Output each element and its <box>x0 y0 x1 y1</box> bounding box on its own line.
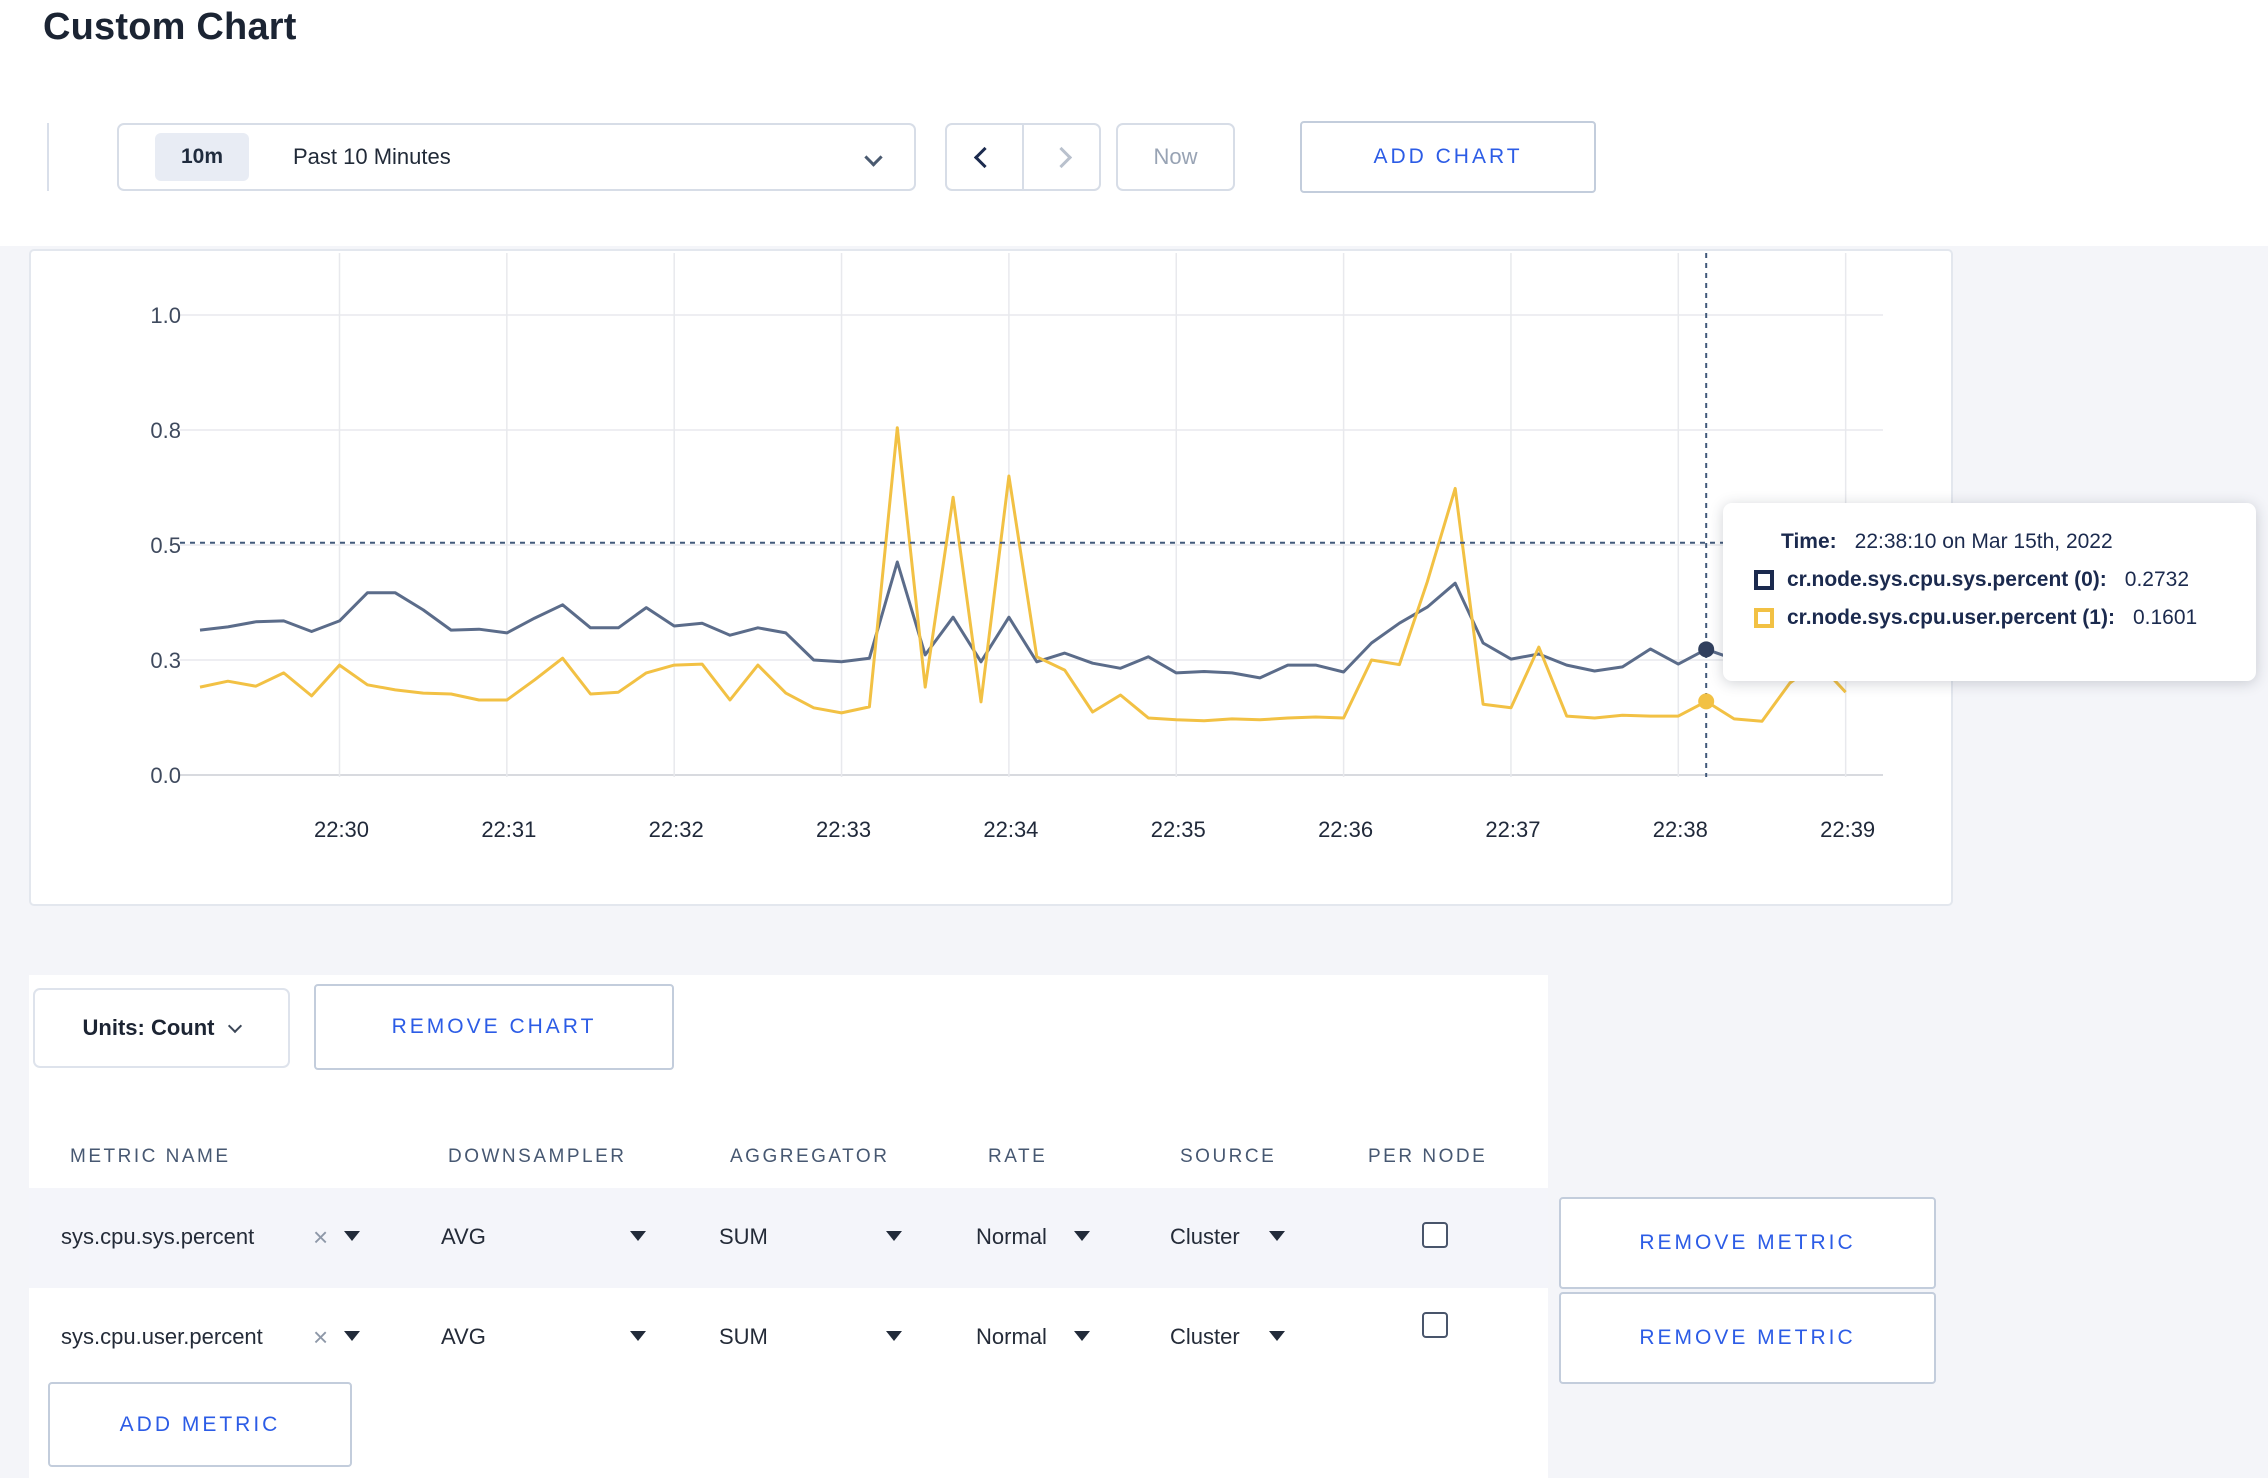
col-header-rate: RATE <box>988 1146 1048 1167</box>
tooltip-series-value: 0.2732 <box>2124 568 2190 591</box>
chevron-left-icon <box>973 146 996 168</box>
remove-metric-button[interactable]: REMOVE METRIC <box>1559 1292 1936 1384</box>
units-dropdown[interactable]: Units: Count <box>33 988 290 1068</box>
y-axis-label: 0.3 <box>150 648 181 673</box>
clear-metric-icon[interactable]: × <box>313 1224 328 1250</box>
per-node-checkbox[interactable] <box>1422 1222 1448 1248</box>
chart-card: 1.0 0.8 0.5 0.3 0.0 22:30 22:31 22:32 22:33 22:34… <box>29 249 1953 906</box>
x-axis-label: 22:36 <box>1318 817 1374 842</box>
col-header-metric-name: METRIC NAME <box>70 1146 231 1167</box>
downsampler-caret-icon[interactable] <box>630 1331 646 1341</box>
downsampler-select[interactable]: AVG <box>441 1224 486 1250</box>
add-chart-button[interactable]: ADD CHART <box>1300 121 1596 193</box>
timescale-label: Past 10 Minutes <box>293 144 451 169</box>
tooltip-time-value: 22:38:10 on Mar 15th, 2022 <box>1854 530 2113 553</box>
x-axis-label: 22:34 <box>983 817 1039 842</box>
units-label: Units: Count <box>82 1015 215 1040</box>
tooltip-series-value: 0.1601 <box>2132 606 2198 629</box>
chevron-down-icon <box>228 1018 243 1033</box>
aggregator-select[interactable]: SUM <box>719 1224 768 1250</box>
y-axis-label: 1.0 <box>150 303 181 328</box>
col-header-downsampler: DOWNSAMPLER <box>448 1146 627 1167</box>
prev-range-button[interactable] <box>947 125 1024 189</box>
x-axis-label: 22:39 <box>1820 817 1876 842</box>
y-axis-label: 0.0 <box>150 763 181 788</box>
now-button[interactable]: Now <box>1116 123 1235 191</box>
toolbar-divider <box>47 123 49 191</box>
y-axis-label: 0.8 <box>150 418 181 443</box>
tooltip-series-label: cr.node.sys.cpu.sys.percent (0): <box>1787 568 2107 591</box>
x-axis-label: 22:30 <box>313 817 370 842</box>
series-sys-swatch-icon <box>1754 570 1774 590</box>
x-axis-label: 22:33 <box>816 817 872 842</box>
next-range-button[interactable] <box>1024 125 1099 189</box>
x-axis-label: 22:32 <box>648 817 704 842</box>
per-node-checkbox[interactable] <box>1422 1312 1448 1338</box>
tooltip-series-label: cr.node.sys.cpu.user.percent (1): <box>1787 606 2115 629</box>
metric-name-cell[interactable]: sys.cpu.user.percent <box>61 1324 263 1350</box>
downsampler-select[interactable]: AVG <box>441 1324 486 1350</box>
source-select[interactable]: Cluster <box>1170 1324 1240 1350</box>
remove-chart-button[interactable]: REMOVE CHART <box>314 984 674 1070</box>
rate-select[interactable]: Normal <box>976 1324 1047 1350</box>
x-axis-label: 22:37 <box>1485 817 1541 842</box>
metric-caret-icon[interactable] <box>344 1231 360 1241</box>
rate-select[interactable]: Normal <box>976 1224 1047 1250</box>
x-axis-label: 22:35 <box>1150 817 1206 842</box>
chevron-down-icon <box>864 148 883 167</box>
series-user-swatch-icon <box>1754 608 1774 628</box>
source-caret-icon[interactable] <box>1269 1231 1285 1241</box>
rate-caret-icon[interactable] <box>1074 1331 1090 1341</box>
col-header-aggregator: AGGREGATOR <box>730 1146 890 1167</box>
aggregator-caret-icon[interactable] <box>886 1331 902 1341</box>
downsampler-caret-icon[interactable] <box>630 1231 646 1241</box>
x-axis-label: 22:31 <box>481 817 537 842</box>
col-header-source: SOURCE <box>1180 1146 1277 1167</box>
aggregator-select[interactable]: SUM <box>719 1324 768 1350</box>
timescale-badge: 10m <box>155 133 249 181</box>
y-axis-label: 0.5 <box>150 533 181 558</box>
rate-caret-icon[interactable] <box>1074 1231 1090 1241</box>
add-metric-button[interactable]: ADD METRIC <box>48 1382 352 1467</box>
source-caret-icon[interactable] <box>1269 1331 1285 1341</box>
metric-caret-icon[interactable] <box>344 1331 360 1341</box>
time-nav-group <box>945 123 1101 191</box>
chart-canvas <box>180 253 1883 777</box>
col-header-per-node: PER NODE <box>1368 1146 1488 1167</box>
tooltip-time-label: Time: <box>1781 530 1837 553</box>
remove-metric-button[interactable]: REMOVE METRIC <box>1559 1197 1936 1289</box>
page-title: Custom Chart <box>43 6 297 48</box>
table-row <box>29 1188 1548 1288</box>
chevron-right-icon <box>1050 146 1073 168</box>
chart-tooltip: Time: 22:38:10 on Mar 15th, 2022 cr.node… <box>1723 503 2256 681</box>
timescale-dropdown[interactable]: 10m Past 10 Minutes <box>117 123 916 191</box>
source-select[interactable]: Cluster <box>1170 1224 1240 1250</box>
metric-name-cell[interactable]: sys.cpu.sys.percent <box>61 1224 254 1250</box>
aggregator-caret-icon[interactable] <box>886 1231 902 1241</box>
x-axis-label: 22:38 <box>1652 817 1708 842</box>
clear-metric-icon[interactable]: × <box>313 1324 328 1350</box>
